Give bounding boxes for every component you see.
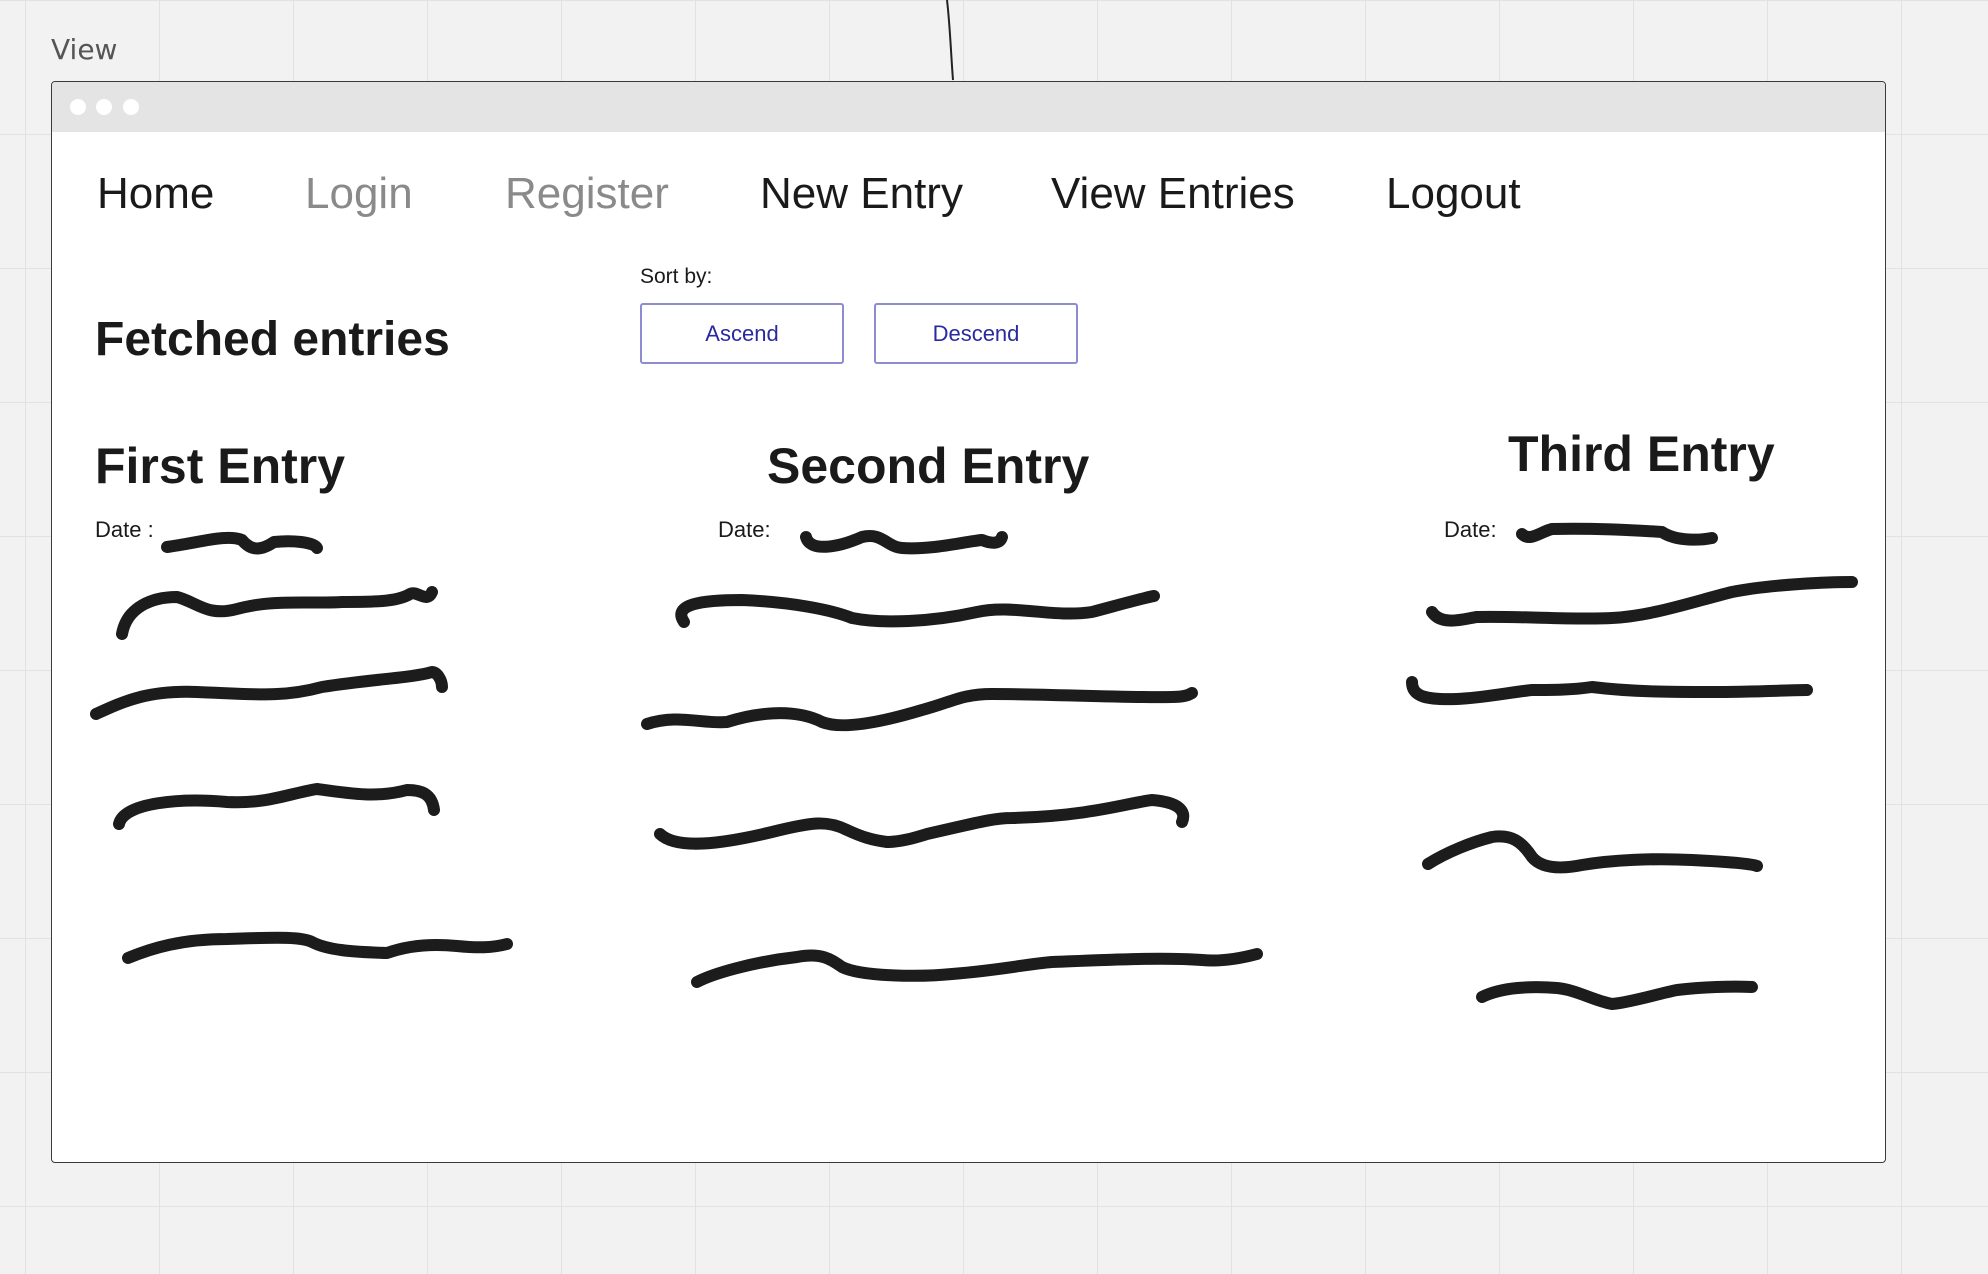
entry-date-label: Date: [1444, 517, 1497, 542]
nav-logout[interactable]: Logout [1386, 172, 1521, 216]
entry-title: First Entry [95, 438, 346, 494]
nav-login[interactable]: Login [305, 172, 413, 216]
window-dot-icon [70, 99, 86, 115]
window-titlebar [52, 82, 1885, 132]
text-scribble [641, 687, 1198, 732]
date-scribble [161, 531, 323, 555]
text-scribble [113, 783, 440, 830]
text-scribble [1422, 830, 1763, 874]
nav-register[interactable]: Register [505, 172, 669, 216]
text-scribble [1406, 676, 1813, 706]
text-scribble [654, 794, 1190, 850]
page-title: Fetched entries [95, 313, 450, 366]
text-scribble [116, 586, 438, 640]
nav-new-entry[interactable]: New Entry [760, 172, 963, 216]
text-scribble [90, 666, 448, 720]
entry-title: Second Entry [767, 438, 1090, 494]
ascend-button[interactable]: Ascend [640, 303, 844, 364]
date-scribble [1516, 522, 1718, 546]
text-scribble [1476, 980, 1758, 1010]
text-scribble [122, 931, 513, 964]
browser-window: Home Login Register New Entry View Entri… [51, 81, 1886, 1163]
entry-date-label: Date: [718, 517, 771, 542]
placeholder-scribbles [90, 522, 1858, 1010]
sort-label: Sort by: [640, 265, 713, 288]
text-scribble [691, 948, 1263, 988]
entry-date-label: Date : [95, 517, 154, 542]
text-scribble [1426, 576, 1858, 627]
frame-label: View [51, 33, 118, 66]
nav-view-entries[interactable]: View Entries [1051, 172, 1295, 216]
date-scribble [800, 530, 1008, 555]
window-dot-icon [96, 99, 112, 115]
text-scribble [675, 590, 1160, 628]
entry-title: Third Entry [1508, 426, 1775, 482]
nav-home[interactable]: Home [97, 172, 214, 216]
window-dot-icon [123, 99, 139, 115]
descend-button[interactable]: Descend [874, 303, 1078, 364]
